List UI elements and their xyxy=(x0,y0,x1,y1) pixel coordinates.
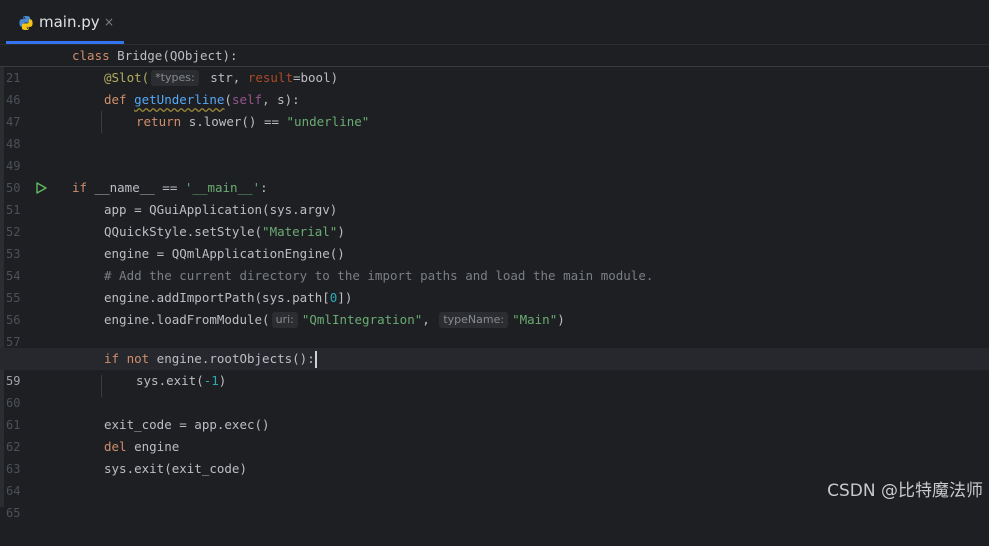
code-text: exit_code = app.exec() xyxy=(104,417,270,432)
code-line-57[interactable]: 57 engine.loadFromModule(uri: "QmlIntegra… xyxy=(0,309,989,349)
code-line-48[interactable]: 48 return s.lower() == "underline" xyxy=(0,111,989,151)
code-line-49[interactable]: 49 xyxy=(0,133,989,173)
code-text: app = QGuiApplication(sys.argv) xyxy=(104,202,338,217)
code-line-53[interactable]: 53 QQuickStyle.setStyle("Material") xyxy=(0,221,989,261)
code-text: def getUnderline(self, s): xyxy=(104,92,300,107)
code-text: sys.exit(exit_code) xyxy=(104,461,247,476)
line-number: 65 xyxy=(6,506,21,520)
code-text: engine = QQmlApplicationEngine() xyxy=(104,246,345,261)
code-line-62[interactable]: 62 exit_code = app.exec() xyxy=(0,414,989,454)
code-line-47[interactable]: 47 def getUnderline(self, s): xyxy=(0,89,989,129)
code-editor[interactable]: 21 class Bridge(QObject): 46 @Slot(*type… xyxy=(0,45,989,520)
code-line-46[interactable]: 46 @Slot(*types: str, result=bool) xyxy=(0,67,989,107)
code-line-61[interactable]: 61 xyxy=(0,392,989,432)
text-caret xyxy=(314,351,317,368)
code-text: engine.loadFromModule(uri: "QmlIntegratio… xyxy=(104,312,565,328)
code-line-59[interactable]: 59 if not engine.rootObjects(): xyxy=(0,348,989,388)
tab-label: main.py xyxy=(39,13,100,31)
param-hint: *types: xyxy=(151,70,199,86)
run-icon[interactable] xyxy=(35,182,47,194)
code-line-55[interactable]: 55 # Add the current directory to the im… xyxy=(0,265,989,305)
close-icon[interactable]: × xyxy=(104,15,114,29)
code-line-51[interactable]: 51 if __name__ == '__main__': xyxy=(0,177,989,217)
python-icon xyxy=(19,16,33,30)
code-line-56[interactable]: 56 engine.addImportPath(sys.path[0]) xyxy=(0,287,989,327)
code-text: if not engine.rootObjects(): xyxy=(104,351,317,368)
param-hint: uri: xyxy=(271,312,298,328)
code-text: sys.exit(-1) xyxy=(136,373,227,388)
param-hint: typeName: xyxy=(439,312,509,328)
code-text: return s.lower() == "underline" xyxy=(136,114,370,129)
code-text: engine.addImportPath(sys.path[0]) xyxy=(104,290,353,305)
code-text: if __name__ == '__main__': xyxy=(72,180,268,195)
code-text: @Slot(*types: str, result=bool) xyxy=(104,70,339,86)
code-text: del engine xyxy=(104,439,180,454)
tab-main-py[interactable]: main.py × xyxy=(6,0,124,44)
tab-bar: main.py × xyxy=(0,0,989,45)
code-line-50[interactable]: 50 xyxy=(0,155,989,195)
sticky-scroll-line[interactable]: 21 class Bridge(QObject): xyxy=(0,45,989,85)
code-line-60[interactable]: 60 sys.exit(-1) xyxy=(0,370,989,410)
code-line-54[interactable]: 54 engine = QQmlApplicationEngine() xyxy=(0,243,989,283)
watermark: CSDN @比特魔法师 xyxy=(827,481,983,501)
code-text: QQuickStyle.setStyle("Material") xyxy=(104,224,345,239)
code-comment: # Add the current directory to the impor… xyxy=(104,268,654,283)
code-line-52[interactable]: 52 app = QGuiApplication(sys.argv) xyxy=(0,199,989,239)
line-number: 21 xyxy=(6,71,21,85)
code-text: class Bridge(QObject): xyxy=(72,48,238,63)
code-line-63[interactable]: 63 del engine xyxy=(0,436,989,476)
